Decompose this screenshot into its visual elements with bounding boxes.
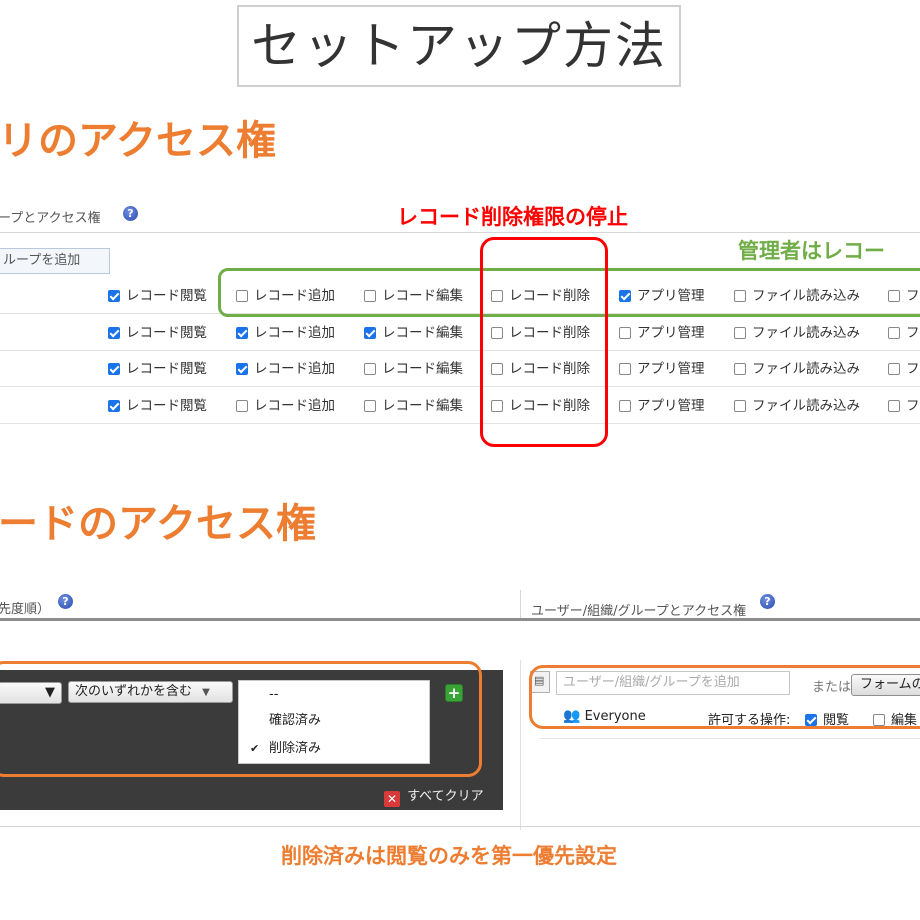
header-divider [0, 232, 920, 233]
permission-item[interactable]: レコード閲覧 [108, 287, 207, 305]
permission-checkbox[interactable] [108, 290, 120, 302]
caption: 削除済みは閲覧のみを第一優先設定 [281, 844, 617, 868]
permission-item[interactable]: レコード編集 [364, 324, 463, 342]
permission-checkbox[interactable] [888, 400, 900, 412]
row-divider [0, 423, 920, 424]
permission-label: ファイル読み込み [752, 325, 860, 341]
permission-checkbox[interactable] [734, 363, 746, 375]
clear-all-label: すべてクリア [407, 789, 484, 804]
permission-checkbox[interactable] [734, 327, 746, 339]
permission-row: レコード閲覧 レコード追加 レコード編集 レコード削除 アプリ管理 ファイル読み込みフ [0, 387, 920, 424]
permission-item[interactable]: アプリ管理 [619, 324, 705, 342]
table-bottom-rule [0, 826, 920, 827]
permission-item[interactable]: ファイル読み込み [734, 324, 860, 342]
permission-checkbox[interactable] [108, 363, 120, 375]
permission-checkbox[interactable] [888, 363, 900, 375]
permission-label: レコード閲覧 [126, 325, 207, 341]
permission-checkbox[interactable] [734, 400, 746, 412]
permission-item[interactable]: ファイル読み込み [734, 397, 860, 415]
permission-checkbox[interactable] [236, 400, 248, 412]
permission-checkbox[interactable] [364, 327, 376, 339]
permission-checkbox[interactable] [364, 400, 376, 412]
user-permission-highlight [529, 665, 920, 729]
permission-label: レコード閲覧 [126, 361, 207, 377]
permission-checkbox[interactable] [619, 363, 631, 375]
permission-label: レコード編集 [382, 361, 463, 377]
permission-item[interactable]: レコード編集 [364, 360, 463, 378]
row-divider [540, 738, 920, 739]
permission-item[interactable]: アプリ管理 [619, 360, 705, 378]
permission-checkbox[interactable] [364, 363, 376, 375]
permission-item[interactable]: レコード閲覧 [108, 397, 207, 415]
permission-label: フ [906, 325, 920, 341]
permission-label: レコード閲覧 [126, 398, 207, 414]
table-header-bar [0, 618, 920, 621]
permission-label: レコード閲覧 [126, 288, 207, 304]
help-icon[interactable]: ? [123, 206, 138, 221]
record-access-heading: ードのアクセス権 [0, 501, 316, 547]
permission-checkbox[interactable] [619, 400, 631, 412]
permission-item[interactable]: フ [888, 360, 920, 378]
permission-row: レコード閲覧 レコード追加 レコード編集 レコード削除 アプリ管理 ファイル読み込みフ [0, 314, 920, 351]
permission-item[interactable]: フ [888, 324, 920, 342]
permission-label: フ [906, 398, 920, 414]
permission-item[interactable]: フ [888, 397, 920, 415]
permission-item[interactable]: レコード閲覧 [108, 324, 207, 342]
help-icon[interactable]: ? [760, 594, 775, 609]
annotation-delete-permission: レコード削除権限の停止 [397, 205, 628, 229]
permission-checkbox[interactable] [619, 327, 631, 339]
permission-item[interactable]: ファイル読み込み [734, 360, 860, 378]
priority-column-header: 先度順） [0, 602, 51, 617]
permission-item[interactable]: レコード編集 [364, 397, 463, 415]
permission-checkbox[interactable] [108, 327, 120, 339]
user-access-column-header: ユーザー/組織/グループとアクセス権 [531, 604, 747, 619]
permission-label: ファイル読み込み [752, 398, 860, 414]
permission-label: フ [906, 361, 920, 377]
close-icon: ✕ [384, 791, 400, 807]
permission-label: アプリ管理 [637, 398, 705, 414]
permission-label: アプリ管理 [637, 325, 705, 341]
delete-column-highlight [480, 237, 608, 447]
add-group-input[interactable]: ループを追加 [0, 248, 110, 274]
permission-label: レコード追加 [254, 361, 335, 377]
permission-checkbox[interactable] [236, 327, 248, 339]
permission-item[interactable]: レコード閲覧 [108, 360, 207, 378]
permission-label: レコード追加 [254, 398, 335, 414]
permission-checkbox[interactable] [888, 327, 900, 339]
permission-item[interactable]: アプリ管理 [619, 397, 705, 415]
page-title: セットアップ方法 [237, 5, 681, 87]
app-access-heading: リのアクセス権 [0, 118, 276, 164]
permission-label: レコード追加 [254, 325, 335, 341]
annotation-admin-record: 管理者はレコー [738, 239, 885, 263]
permission-label: ファイル読み込み [752, 361, 860, 377]
app-access-column-header: ープとアクセス権 [0, 211, 101, 226]
permission-row: レコード閲覧 レコード追加 レコード編集 レコード削除 アプリ管理 ファイル読み込みフ [0, 350, 920, 387]
permission-label: アプリ管理 [637, 361, 705, 377]
permission-checkbox[interactable] [108, 400, 120, 412]
permission-label: レコード編集 [382, 398, 463, 414]
condition-highlight [0, 661, 482, 777]
column-divider [520, 590, 521, 618]
permission-item[interactable]: レコード追加 [236, 324, 335, 342]
clear-all-button[interactable]: ✕ すべてクリア [384, 785, 484, 807]
help-icon[interactable]: ? [58, 594, 73, 609]
permission-item[interactable]: レコード追加 [236, 360, 335, 378]
column-divider [520, 660, 521, 830]
permission-label: レコード編集 [382, 325, 463, 341]
permission-item[interactable]: レコード追加 [236, 397, 335, 415]
permission-checkbox[interactable] [236, 363, 248, 375]
